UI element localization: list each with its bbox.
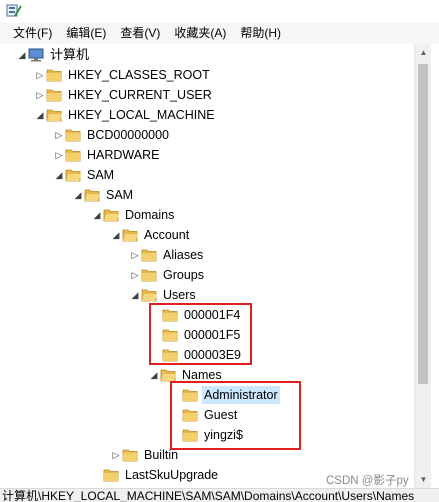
- tree-label: LastSkuUpgrade: [125, 468, 219, 482]
- scrollbar-thumb[interactable]: [418, 64, 428, 384]
- folder-icon: [103, 469, 119, 482]
- tree-item-domains[interactable]: ◢ Domains: [91, 205, 176, 225]
- expand-arrow-icon[interactable]: ▷: [34, 65, 46, 85]
- tree-label: BCD00000000: [87, 128, 170, 142]
- highlight-box-users: [149, 303, 252, 365]
- vertical-scrollbar[interactable]: ▲ ▼: [414, 44, 431, 488]
- tree-item-aliases[interactable]: ▷ Aliases: [129, 245, 205, 265]
- tree-item-hklm[interactable]: ◢ HKEY_LOCAL_MACHINE: [34, 105, 217, 125]
- expand-arrow-icon[interactable]: ▷: [34, 85, 46, 105]
- tree-label: HKEY_LOCAL_MACHINE: [68, 108, 215, 122]
- folder-open-icon: [84, 189, 100, 202]
- highlight-box-names: [170, 381, 301, 450]
- tree-item-hardware[interactable]: ▷ HARDWARE: [53, 145, 161, 165]
- scroll-down-icon[interactable]: ▼: [415, 471, 432, 488]
- folder-icon: [46, 89, 62, 102]
- folder-open-icon: [103, 209, 119, 222]
- window-edge: [431, 44, 439, 488]
- folder-open-icon: [122, 229, 138, 242]
- folder-open-icon: [65, 169, 81, 182]
- folder-open-icon: [141, 289, 157, 302]
- collapse-arrow-icon[interactable]: ◢: [110, 225, 122, 245]
- collapse-arrow-icon[interactable]: ◢: [16, 45, 28, 65]
- status-bar: 计算机\HKEY_LOCAL_MACHINE\SAM\SAM\Domains\A…: [0, 488, 439, 502]
- collapse-arrow-icon[interactable]: ◢: [91, 205, 103, 225]
- folder-icon: [65, 149, 81, 162]
- collapse-arrow-icon[interactable]: ◢: [72, 185, 84, 205]
- status-path: 计算机\HKEY_LOCAL_MACHINE\SAM\SAM\Domains\A…: [2, 489, 415, 502]
- menu-bar: 文件(F) 编辑(E) 查看(V) 收藏夹(A) 帮助(H): [0, 23, 439, 44]
- tree-item-sam-hive[interactable]: ◢ SAM: [53, 165, 116, 185]
- computer-icon: [28, 48, 44, 62]
- folder-open-icon: [160, 369, 176, 382]
- tree-item-computer[interactable]: ◢ 计算机: [16, 45, 91, 65]
- scroll-up-icon[interactable]: ▲: [415, 44, 432, 61]
- tree-item-hkcr[interactable]: ▷ HKEY_CLASSES_ROOT: [34, 65, 212, 85]
- expand-arrow-icon[interactable]: ▷: [53, 145, 65, 165]
- folder-icon: [65, 129, 81, 142]
- tree-label: 计算机: [50, 47, 90, 62]
- watermark: CSDN @影子py: [326, 472, 409, 488]
- tree-item-account[interactable]: ◢ Account: [110, 225, 191, 245]
- tree-item-sam[interactable]: ◢ SAM: [72, 185, 135, 205]
- tree-label: Account: [144, 228, 190, 242]
- folder-open-icon: [46, 109, 62, 122]
- tree-item-lastskuupgrade[interactable]: LastSkuUpgrade: [91, 465, 220, 485]
- tree-label: HKEY_CURRENT_USER: [68, 88, 212, 102]
- tree-label: HARDWARE: [87, 148, 160, 162]
- collapse-arrow-icon[interactable]: ◢: [34, 105, 46, 125]
- collapse-arrow-icon[interactable]: ◢: [129, 285, 141, 305]
- tree-label: Domains: [125, 208, 175, 222]
- folder-icon: [122, 449, 138, 462]
- menu-edit[interactable]: 编辑(E): [59, 23, 113, 44]
- tree-item-bcd[interactable]: ▷ BCD00000000: [53, 125, 171, 145]
- expand-arrow-icon[interactable]: ▷: [129, 245, 141, 265]
- menu-help[interactable]: 帮助(H): [233, 23, 288, 44]
- tree-item-hkcu[interactable]: ▷ HKEY_CURRENT_USER: [34, 85, 214, 105]
- folder-icon: [141, 249, 157, 262]
- folder-icon: [46, 69, 62, 82]
- tree-label: SAM: [106, 188, 134, 202]
- expand-arrow-icon[interactable]: ▷: [129, 265, 141, 285]
- expand-arrow-icon[interactable]: ▷: [110, 445, 122, 465]
- tree-label: Users: [163, 288, 196, 302]
- tree-label: Groups: [163, 268, 204, 282]
- menu-file[interactable]: 文件(F): [6, 23, 59, 44]
- expand-arrow-icon[interactable]: ▷: [53, 125, 65, 145]
- collapse-arrow-icon[interactable]: ◢: [53, 165, 65, 185]
- tree-label: SAM: [87, 168, 115, 182]
- regedit-icon: [6, 4, 22, 17]
- tree-item-groups[interactable]: ▷ Groups: [129, 265, 206, 285]
- menu-favorites[interactable]: 收藏夹(A): [167, 23, 233, 44]
- folder-icon: [141, 269, 157, 282]
- tree-item-users[interactable]: ◢ Users: [129, 285, 198, 305]
- title-bar: [0, 0, 439, 23]
- menu-view[interactable]: 查看(V): [113, 23, 167, 44]
- tree-label: HKEY_CLASSES_ROOT: [68, 68, 210, 82]
- collapse-arrow-icon[interactable]: ◢: [148, 365, 160, 385]
- tree-label: Aliases: [163, 248, 204, 262]
